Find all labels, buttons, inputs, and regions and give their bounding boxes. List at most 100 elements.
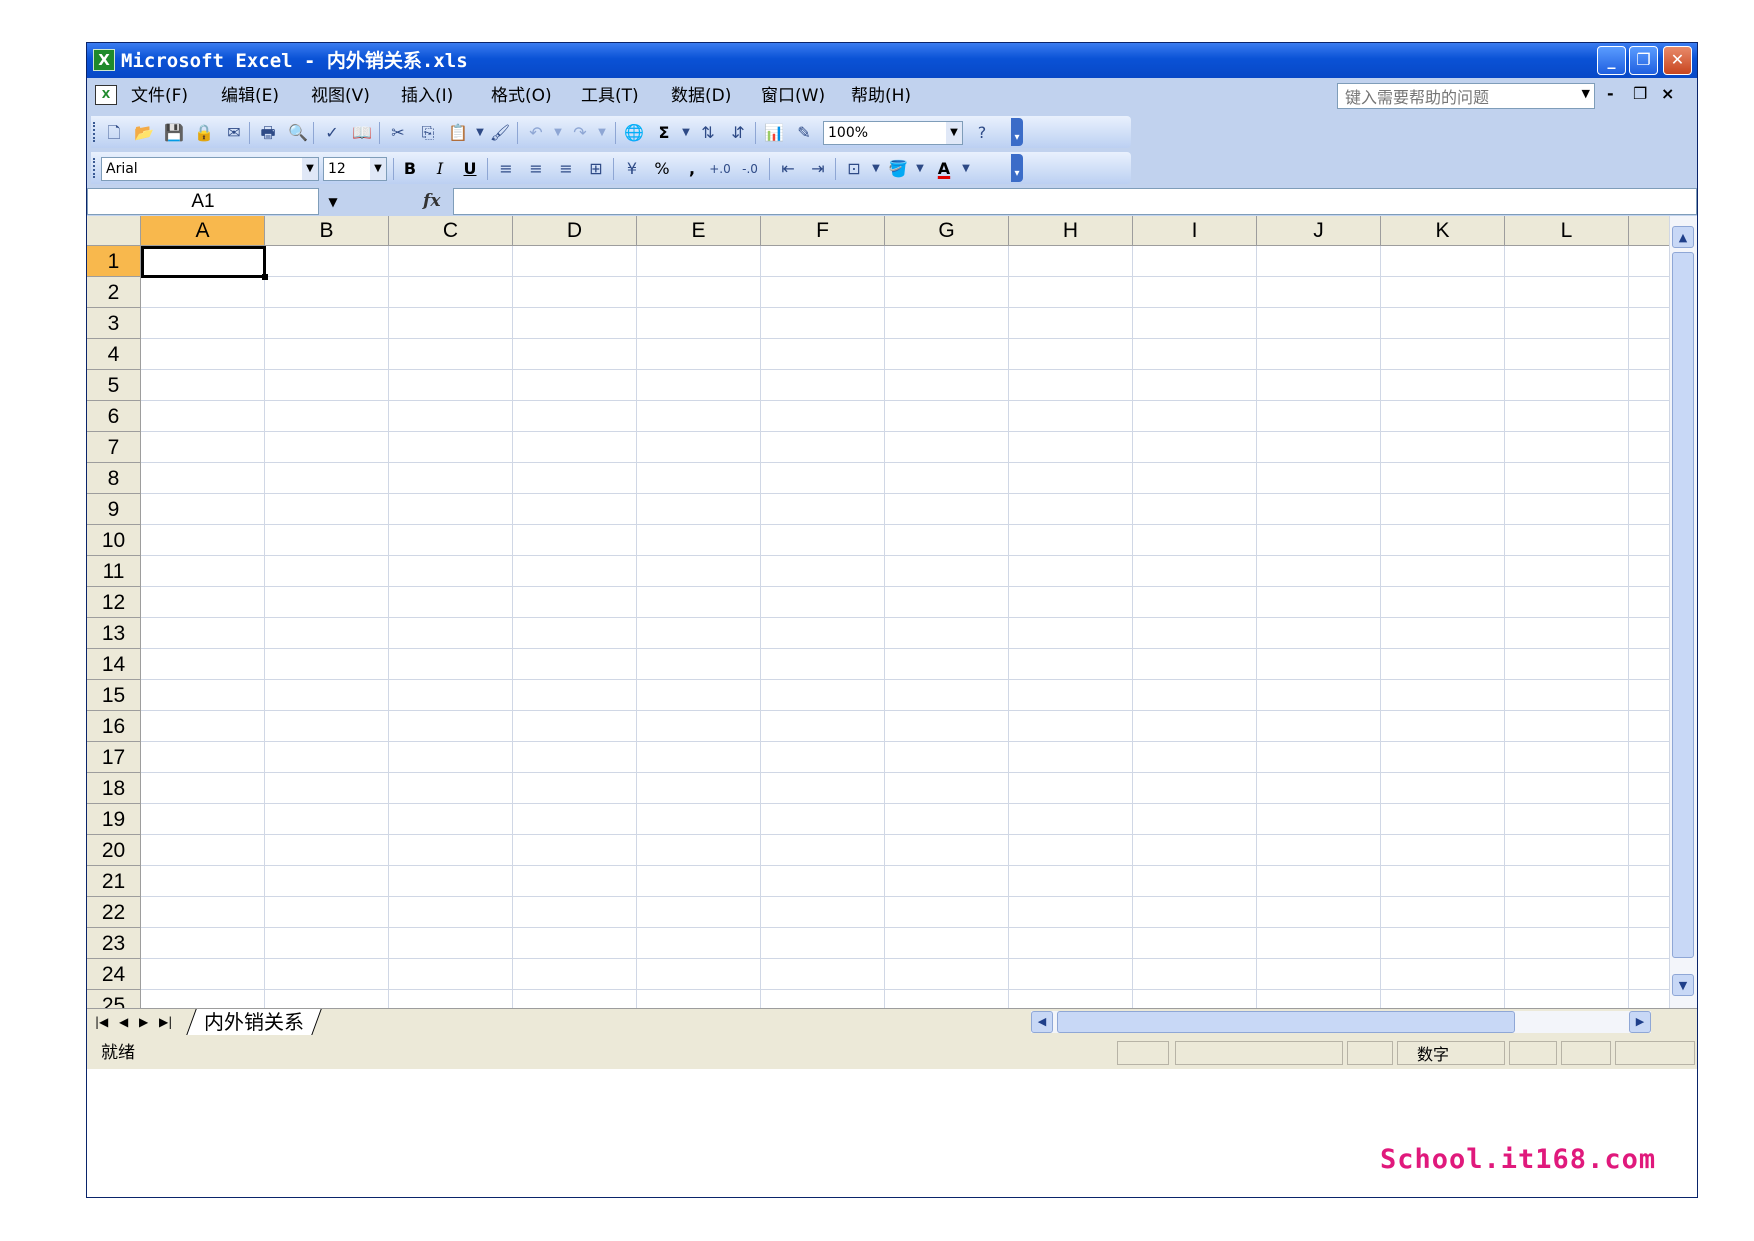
scroll-right-icon[interactable]: ▶ bbox=[1629, 1011, 1651, 1033]
hyperlink-icon[interactable]: 🌐 bbox=[623, 122, 645, 144]
research-icon[interactable]: 📖 bbox=[351, 122, 373, 144]
row-header-18[interactable]: 18 bbox=[87, 773, 141, 804]
cut-icon[interactable]: ✂ bbox=[387, 122, 409, 144]
row-header-12[interactable]: 12 bbox=[87, 587, 141, 618]
chevron-down-icon[interactable]: ▼ bbox=[302, 158, 318, 180]
row-header-16[interactable]: 16 bbox=[87, 711, 141, 742]
row-header-3[interactable]: 3 bbox=[87, 308, 141, 339]
menu-tools[interactable]: 工具(T) bbox=[581, 86, 639, 106]
row-header-17[interactable]: 17 bbox=[87, 742, 141, 773]
column-header-f[interactable]: F bbox=[761, 216, 885, 245]
chevron-down-icon[interactable]: ▼ bbox=[909, 158, 931, 180]
bold-button[interactable]: B bbox=[399, 158, 421, 180]
close-button[interactable]: ✕ bbox=[1663, 46, 1692, 75]
vertical-scrollbar[interactable]: ▲ ▼ bbox=[1669, 216, 1697, 1008]
undo-icon[interactable]: ↶ bbox=[525, 122, 547, 144]
row-header-22[interactable]: 22 bbox=[87, 897, 141, 928]
row-header-21[interactable]: 21 bbox=[87, 866, 141, 897]
currency-icon[interactable]: ¥ bbox=[621, 158, 643, 180]
mdi-close-button[interactable]: × bbox=[1661, 84, 1674, 104]
print-preview-icon[interactable]: 🔍 bbox=[287, 122, 309, 144]
underline-button[interactable]: U bbox=[459, 158, 481, 180]
open-icon[interactable]: 📂 bbox=[133, 122, 155, 144]
row-header-6[interactable]: 6 bbox=[87, 401, 141, 432]
row-header-19[interactable]: 19 bbox=[87, 804, 141, 835]
menu-help[interactable]: 帮助(H) bbox=[851, 86, 911, 106]
save-icon[interactable]: 💾 bbox=[163, 122, 185, 144]
active-cell[interactable] bbox=[141, 246, 268, 280]
align-center-icon[interactable]: ≡ bbox=[525, 158, 547, 180]
row-header-2[interactable]: 2 bbox=[87, 277, 141, 308]
horizontal-scrollbar[interactable]: ◀ ▶ bbox=[1031, 1011, 1651, 1033]
chevron-down-icon[interactable]: ▼ bbox=[547, 122, 569, 144]
chevron-down-icon[interactable]: ▼ bbox=[865, 158, 887, 180]
italic-button[interactable]: I bbox=[429, 158, 451, 180]
fill-handle[interactable] bbox=[262, 274, 268, 280]
increase-indent-icon[interactable]: ⇥ bbox=[807, 158, 829, 180]
column-header-l[interactable]: L bbox=[1505, 216, 1629, 245]
email-icon[interactable]: ✉ bbox=[223, 122, 245, 144]
chevron-down-icon[interactable]: ▼ bbox=[675, 122, 697, 144]
row-header-25[interactable]: 25 bbox=[87, 990, 141, 1008]
title-bar[interactable]: X Microsoft Excel - 内外销关系.xls _ ❐ ✕ bbox=[87, 43, 1697, 78]
print-icon[interactable]: 🖶 bbox=[257, 122, 279, 144]
select-all-corner[interactable] bbox=[87, 216, 141, 245]
column-header-h[interactable]: H bbox=[1009, 216, 1133, 245]
format-painter-icon[interactable]: 🖌 bbox=[489, 122, 511, 144]
chevron-down-icon[interactable]: ▼ bbox=[469, 122, 491, 144]
excel-icon[interactable]: X bbox=[93, 49, 115, 71]
percent-icon[interactable]: % bbox=[651, 158, 673, 180]
column-header-d[interactable]: D bbox=[513, 216, 637, 245]
mdi-restore-button[interactable]: ❐ bbox=[1633, 84, 1647, 104]
insert-function-icon[interactable]: fx bbox=[423, 191, 440, 211]
paste-icon[interactable]: 📋 bbox=[447, 122, 469, 144]
sheet-tab-active[interactable]: 内外销关系 bbox=[186, 1009, 322, 1035]
row-header-11[interactable]: 11 bbox=[87, 556, 141, 587]
next-sheet-button[interactable]: ▶ bbox=[139, 1012, 148, 1032]
toolbar-options-icon[interactable]: ▾ bbox=[1011, 154, 1023, 182]
chevron-down-icon[interactable]: ▼ bbox=[323, 192, 343, 212]
align-left-icon[interactable]: ≡ bbox=[495, 158, 517, 180]
horizontal-scroll-thumb[interactable] bbox=[1057, 1011, 1515, 1033]
worksheet-grid[interactable]: ABCDEFGHIJKL 1 2 3 4 5 6 7 8 9 10 11 12 13 14 15 16 17 18… bbox=[87, 216, 1669, 1008]
zoom-select[interactable]: 100% ▼ bbox=[823, 121, 963, 145]
decrease-indent-icon[interactable]: ⇤ bbox=[777, 158, 799, 180]
drawing-icon[interactable]: ✎ bbox=[793, 122, 815, 144]
column-header-e[interactable]: E bbox=[637, 216, 761, 245]
menu-format[interactable]: 格式(O) bbox=[491, 86, 552, 106]
merge-center-icon[interactable]: ⊞ bbox=[585, 158, 607, 180]
fill-color-icon[interactable]: 🪣 bbox=[887, 158, 909, 180]
column-header-i[interactable]: I bbox=[1133, 216, 1257, 245]
toolbar-grip[interactable] bbox=[93, 122, 98, 142]
minimize-button[interactable]: _ bbox=[1597, 46, 1626, 75]
name-box[interactable]: A1 bbox=[87, 188, 319, 215]
align-right-icon[interactable]: ≡ bbox=[555, 158, 577, 180]
row-header-10[interactable]: 10 bbox=[87, 525, 141, 556]
permission-icon[interactable]: 🔒 bbox=[193, 122, 215, 144]
decrease-decimal-icon[interactable]: -.0 bbox=[739, 158, 761, 180]
menu-insert[interactable]: 插入(I) bbox=[401, 86, 453, 106]
scroll-down-icon[interactable]: ▼ bbox=[1672, 974, 1694, 996]
row-header-8[interactable]: 8 bbox=[87, 463, 141, 494]
column-header-k[interactable]: K bbox=[1381, 216, 1505, 245]
chevron-down-icon[interactable]: ▼ bbox=[370, 158, 386, 180]
column-header-j[interactable]: J bbox=[1257, 216, 1381, 245]
sort-ascending-icon[interactable]: ⇅ bbox=[697, 122, 719, 144]
sort-descending-icon[interactable]: ⇵ bbox=[727, 122, 749, 144]
chevron-down-icon[interactable]: ▼ bbox=[955, 158, 977, 180]
row-header-15[interactable]: 15 bbox=[87, 680, 141, 711]
column-header-a[interactable]: A bbox=[141, 216, 265, 245]
font-size-select[interactable]: 12 ▼ bbox=[323, 157, 387, 181]
chevron-down-icon[interactable]: ▼ bbox=[946, 122, 962, 144]
restore-button[interactable]: ❐ bbox=[1629, 46, 1658, 75]
vertical-scroll-thumb[interactable] bbox=[1672, 252, 1694, 958]
cell-area[interactable] bbox=[141, 246, 1669, 1008]
font-color-icon[interactable]: A bbox=[933, 158, 955, 180]
redo-icon[interactable]: ↷ bbox=[569, 122, 591, 144]
toolbar-grip[interactable] bbox=[93, 158, 98, 178]
row-header-4[interactable]: 4 bbox=[87, 339, 141, 370]
autosum-icon[interactable]: Σ bbox=[653, 122, 675, 144]
row-header-14[interactable]: 14 bbox=[87, 649, 141, 680]
row-header-5[interactable]: 5 bbox=[87, 370, 141, 401]
row-header-7[interactable]: 7 bbox=[87, 432, 141, 463]
